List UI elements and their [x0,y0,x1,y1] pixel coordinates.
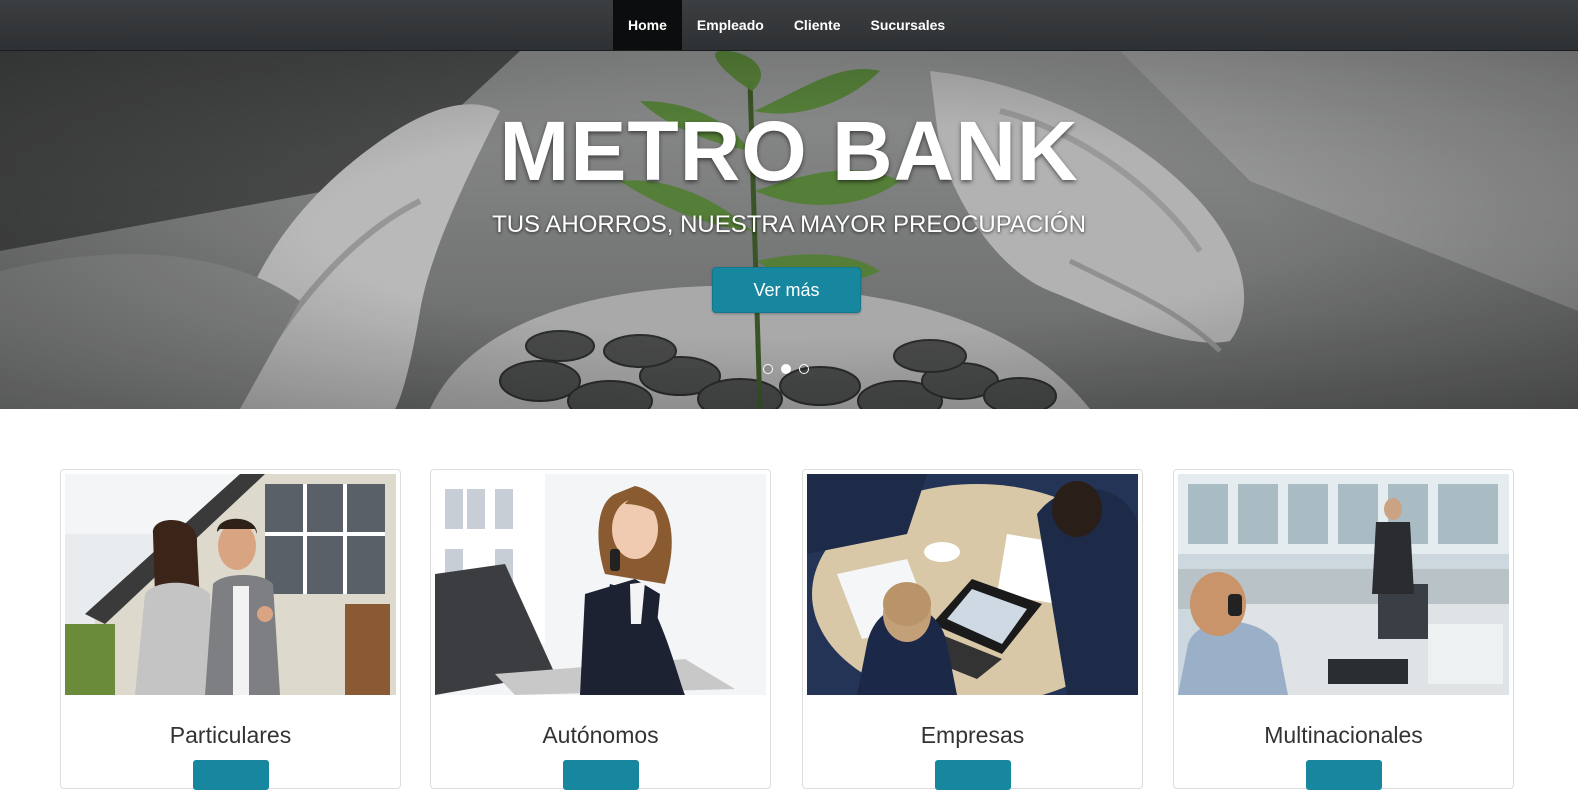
card-autonomos: Autónomos [430,469,771,790]
card-title-autonomos: Autónomos [542,722,659,748]
carousel-indicator-3[interactable] [799,364,809,374]
top-navbar: Home Empleado Cliente Sucursales [0,0,1578,51]
empresas-button[interactable] [935,760,1011,790]
carousel-indicator-1[interactable] [763,364,773,374]
ver-mas-button[interactable]: Ver más [712,267,861,313]
carousel-indicator-2[interactable] [781,364,791,374]
card-title-particulares: Particulares [169,722,292,748]
card-title-empresas: Empresas [920,722,1025,748]
particulares-button[interactable] [193,760,269,790]
card-multinacionales: Multinacionales [1173,469,1514,790]
hero-subtitle: TUS AHORROS, NUESTRA MAYOR PREOCUPACIÓN [492,211,1086,238]
particulares-image [65,474,396,695]
autonomos-button[interactable] [563,760,639,790]
autonomos-image [435,474,766,695]
empresas-image [807,474,1138,695]
card-particulares: Particulares [60,469,401,790]
multinacionales-button[interactable] [1306,760,1382,790]
card-empresas: Empresas [802,469,1143,790]
nav-item-sucursales[interactable]: Sucursales [856,0,961,50]
nav-item-home[interactable]: Home [613,0,682,50]
hero-title: METRO BANK [499,104,1079,198]
multinacionales-image [1178,474,1509,695]
nav-item-empleado[interactable]: Empleado [682,0,779,50]
carousel-indicators [763,364,809,374]
card-title-multinacionales: Multinacionales [1264,722,1423,748]
main-nav: Home Empleado Cliente Sucursales [613,0,960,50]
nav-item-cliente[interactable]: Cliente [779,0,856,50]
hero-carousel: METRO BANK TUS AHORROS, NUESTRA MAYOR PR… [0,51,1578,409]
